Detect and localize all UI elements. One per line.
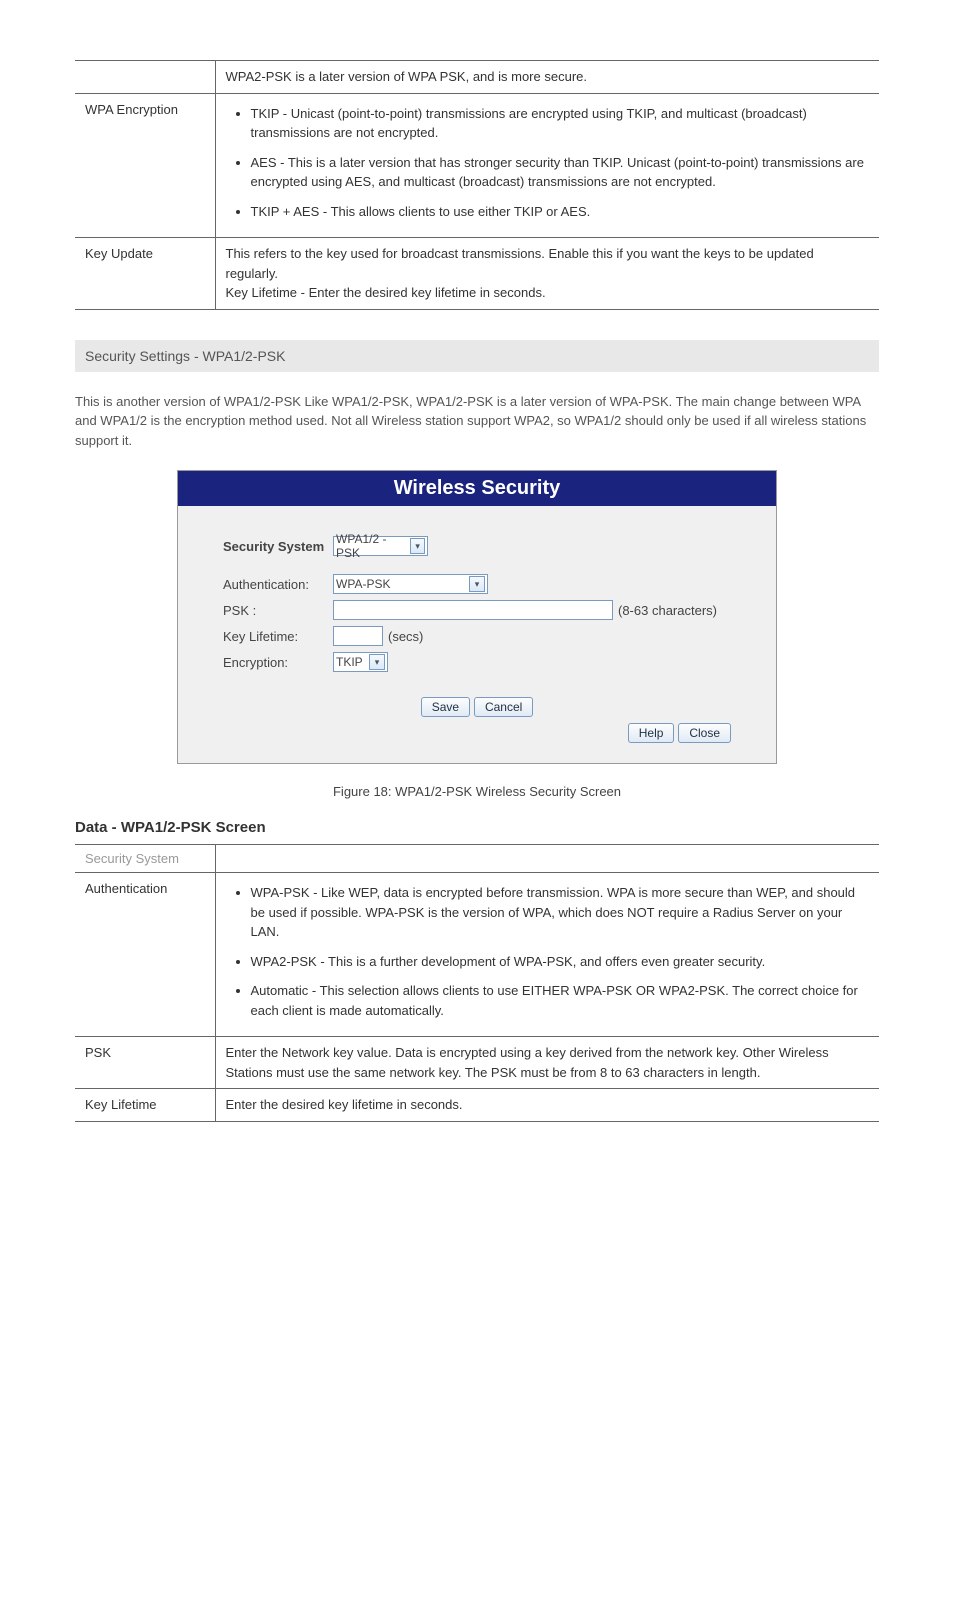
table-wpa-top: WPA2-PSK is a later version of WPA PSK, … xyxy=(75,60,879,310)
table-wpa12psk: Security System Authentication WPA-PSK -… xyxy=(75,844,879,1122)
wireless-security-dialog: Wireless Security Security System WPA1/2… xyxy=(177,470,777,764)
bullet-item: Automatic - This selection allows client… xyxy=(251,981,870,1020)
table-row: Key Lifetime Enter the desired key lifet… xyxy=(75,1089,879,1122)
authentication-label: Authentication: xyxy=(223,577,333,592)
dialog-title: Wireless Security xyxy=(178,471,776,506)
table-header-cell xyxy=(215,845,879,873)
cell-content: This refers to the key used for broadcas… xyxy=(215,238,879,310)
bullet-item: AES - This is a later version that has s… xyxy=(251,153,870,192)
cell-label: PSK xyxy=(75,1037,215,1089)
key-lifetime-units: (secs) xyxy=(388,629,423,644)
table-title: Data - WPA1/2-PSK Screen xyxy=(75,819,879,836)
figure-caption: Figure 18: WPA1/2-PSK Wireless Security … xyxy=(75,784,879,799)
bullet-item: WPA-PSK - Like WEP, data is encrypted be… xyxy=(251,883,870,942)
psk-label: PSK : xyxy=(223,603,333,618)
table-header-row: Security System xyxy=(75,845,879,873)
cell-label: WPA Encryption xyxy=(75,93,215,238)
psk-hint: (8-63 characters) xyxy=(618,603,717,618)
section-heading: Security Settings - WPA1/2-PSK xyxy=(75,340,879,372)
cell-label xyxy=(75,61,215,94)
authentication-select[interactable]: WPA-PSK ▾ xyxy=(333,574,488,594)
cell-content: WPA2-PSK is a later version of WPA PSK, … xyxy=(215,61,879,94)
close-button[interactable]: Close xyxy=(678,723,731,743)
cancel-button[interactable]: Cancel xyxy=(474,697,533,717)
section-intro: This is another version of WPA1/2-PSK Li… xyxy=(75,392,879,451)
key-lifetime-input[interactable] xyxy=(333,626,383,646)
encryption-label: Encryption: xyxy=(223,655,333,670)
bullet-item: TKIP - Unicast (point-to-point) transmis… xyxy=(251,104,870,143)
encryption-select[interactable]: TKIP ▾ xyxy=(333,652,388,672)
security-system-select[interactable]: WPA1/2 - PSK ▾ xyxy=(333,536,428,556)
cell-content: WPA-PSK - Like WEP, data is encrypted be… xyxy=(215,873,879,1037)
cell-label: Authentication xyxy=(75,873,215,1037)
cell-content: Enter the desired key lifetime in second… xyxy=(215,1089,879,1122)
table-row: WPA Encryption TKIP - Unicast (point-to-… xyxy=(75,93,879,238)
table-row: PSK Enter the Network key value. Data is… xyxy=(75,1037,879,1089)
chevron-down-icon: ▾ xyxy=(469,576,485,592)
select-value: WPA-PSK xyxy=(336,577,390,591)
select-value: WPA1/2 - PSK xyxy=(336,532,407,560)
table-row: Authentication WPA-PSK - Like WEP, data … xyxy=(75,873,879,1037)
cell-label: Key Update xyxy=(75,238,215,310)
security-system-label: Security System xyxy=(223,539,333,554)
chevron-down-icon: ▾ xyxy=(369,654,385,670)
key-lifetime-label: Key Lifetime: xyxy=(223,629,333,644)
table-row: WPA2-PSK is a later version of WPA PSK, … xyxy=(75,61,879,94)
cell-label: Key Lifetime xyxy=(75,1089,215,1122)
select-value: TKIP xyxy=(336,655,363,669)
bullet-item: WPA2-PSK - This is a further development… xyxy=(251,952,870,972)
psk-input[interactable] xyxy=(333,600,613,620)
cell-content: TKIP - Unicast (point-to-point) transmis… xyxy=(215,93,879,238)
chevron-down-icon: ▾ xyxy=(410,538,425,554)
cell-content: Enter the Network key value. Data is enc… xyxy=(215,1037,879,1089)
save-button[interactable]: Save xyxy=(421,697,470,717)
table-header-cell: Security System xyxy=(75,845,215,873)
table-row: Key Update This refers to the key used f… xyxy=(75,238,879,310)
help-button[interactable]: Help xyxy=(628,723,675,743)
bullet-item: TKIP + AES - This allows clients to use … xyxy=(251,202,870,222)
